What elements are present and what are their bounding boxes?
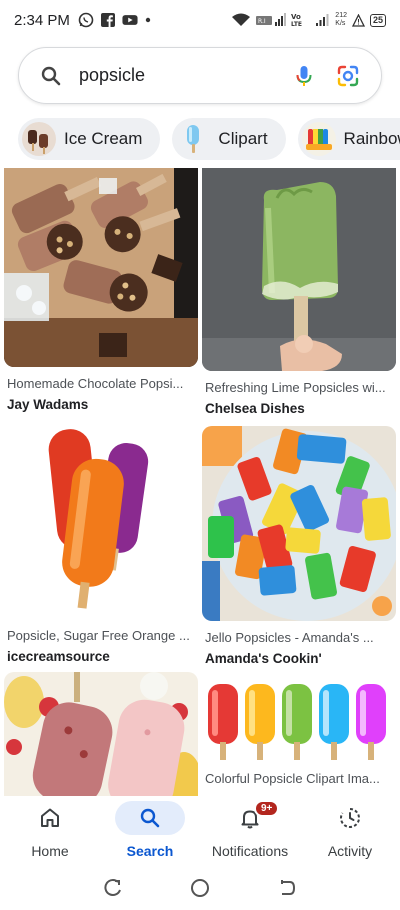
mic-icon[interactable]	[291, 63, 317, 89]
chip-rainbow[interactable]: Rainbow	[297, 118, 400, 160]
result-title: Popsicle, Sugar Free Orange ...	[7, 628, 190, 643]
svg-text:LTE: LTE	[291, 21, 302, 27]
search-input[interactable]: popsicle	[79, 65, 273, 86]
recents-icon[interactable]	[102, 877, 124, 899]
signal-bars-icon	[316, 14, 329, 26]
activity-icon	[340, 808, 360, 828]
result-card[interactable]	[4, 672, 198, 796]
result-source: icecreamsource	[7, 649, 110, 664]
ice-cream-thumbnail	[22, 122, 56, 156]
nav-label: Activity	[327, 843, 373, 859]
result-source: Amanda's Cookin'	[205, 651, 322, 666]
clipart-thumbnail	[176, 122, 211, 156]
youtube-icon	[122, 15, 138, 25]
nav-icon-container	[315, 801, 385, 835]
facebook-icon	[100, 13, 115, 27]
result-title: Refreshing Lime Popsicles wi...	[205, 380, 386, 395]
notification-badge: 9+	[254, 800, 280, 817]
whatsapp-icon	[78, 12, 94, 28]
notification-icons	[78, 12, 152, 28]
rainbow-thumbnail	[301, 122, 336, 156]
result-title: Colorful Popsicle Clipart Ima...	[205, 771, 380, 786]
chip-label: Ice Cream	[64, 129, 143, 148]
result-image-lime-popsicle[interactable]	[202, 168, 396, 371]
status-bar: 2:34 PM R.I Vo LTE 212 K/s 25	[0, 0, 400, 40]
result-image-chocolate-popsicles[interactable]	[4, 168, 198, 367]
home-icon	[41, 808, 59, 827]
nav-search[interactable]: Search	[100, 796, 200, 866]
nav-icon-container	[15, 801, 85, 835]
network-speed: 212 K/s	[335, 12, 347, 27]
bottom-navigation: Home Search 9+ Notifications Activity	[0, 796, 400, 866]
search-icon	[140, 808, 160, 828]
status-time: 2:34 PM	[14, 11, 70, 29]
result-card[interactable]: Homemade Chocolate Popsi... Jay Wadams	[4, 168, 198, 412]
result-title: Jello Popsicles - Amanda's ...	[205, 630, 374, 645]
chip-label: Clipart	[218, 129, 268, 148]
suggestion-chips: Ice Cream Clipart Rainbow	[0, 118, 400, 162]
result-image-jello-popsicles[interactable]	[202, 426, 396, 621]
result-card[interactable]: Jello Popsicles - Amanda's ... Amanda's …	[202, 426, 396, 666]
nav-icon-container	[115, 801, 185, 835]
system-status: R.I Vo LTE 212 K/s 25	[231, 12, 386, 28]
battery-indicator: 25	[369, 13, 386, 27]
nav-home[interactable]: Home	[0, 796, 100, 866]
nav-notifications[interactable]: 9+ Notifications	[200, 796, 300, 866]
result-title: Homemade Chocolate Popsi...	[7, 376, 184, 391]
signal-icon: R.I	[256, 13, 287, 26]
nav-label: Search	[126, 843, 174, 859]
search-icon	[41, 66, 61, 85]
system-navigation	[0, 866, 400, 910]
nav-label: Home	[31, 843, 69, 859]
result-source: Jay Wadams	[7, 397, 89, 412]
result-card[interactable]: Refreshing Lime Popsicles wi... Chelsea …	[202, 168, 396, 416]
image-results-grid: Homemade Chocolate Popsi... Jay Wadams R…	[0, 168, 400, 796]
google-lens-icon[interactable]	[335, 63, 361, 89]
dot-icon	[145, 17, 151, 23]
result-card[interactable]: Colorful Popsicle Clipart Ima...	[202, 676, 396, 786]
volte-icon: VoLTE	[291, 13, 302, 27]
result-image-orange-popsicle[interactable]	[4, 421, 198, 619]
result-card[interactable]: Popsicle, Sugar Free Orange ... icecream…	[4, 421, 198, 664]
nav-activity[interactable]: Activity	[300, 796, 400, 866]
svg-text:R.I: R.I	[258, 18, 266, 25]
chip-clipart[interactable]: Clipart	[172, 118, 286, 160]
result-image-strawberry-popsicles[interactable]	[4, 672, 198, 796]
wifi-icon	[232, 13, 251, 26]
nav-label: Notifications	[211, 843, 289, 859]
chip-label: Rainbow	[343, 129, 400, 148]
result-source: Chelsea Dishes	[205, 401, 305, 416]
result-image-colorful-popsicle-clipart[interactable]	[202, 676, 396, 762]
chip-ice-cream[interactable]: Ice Cream	[18, 118, 161, 160]
svg-text:Vo: Vo	[291, 13, 301, 21]
back-icon[interactable]	[276, 877, 298, 899]
home-button-icon[interactable]	[189, 877, 211, 899]
alert-icon	[351, 13, 365, 27]
search-bar[interactable]: popsicle	[18, 47, 382, 104]
